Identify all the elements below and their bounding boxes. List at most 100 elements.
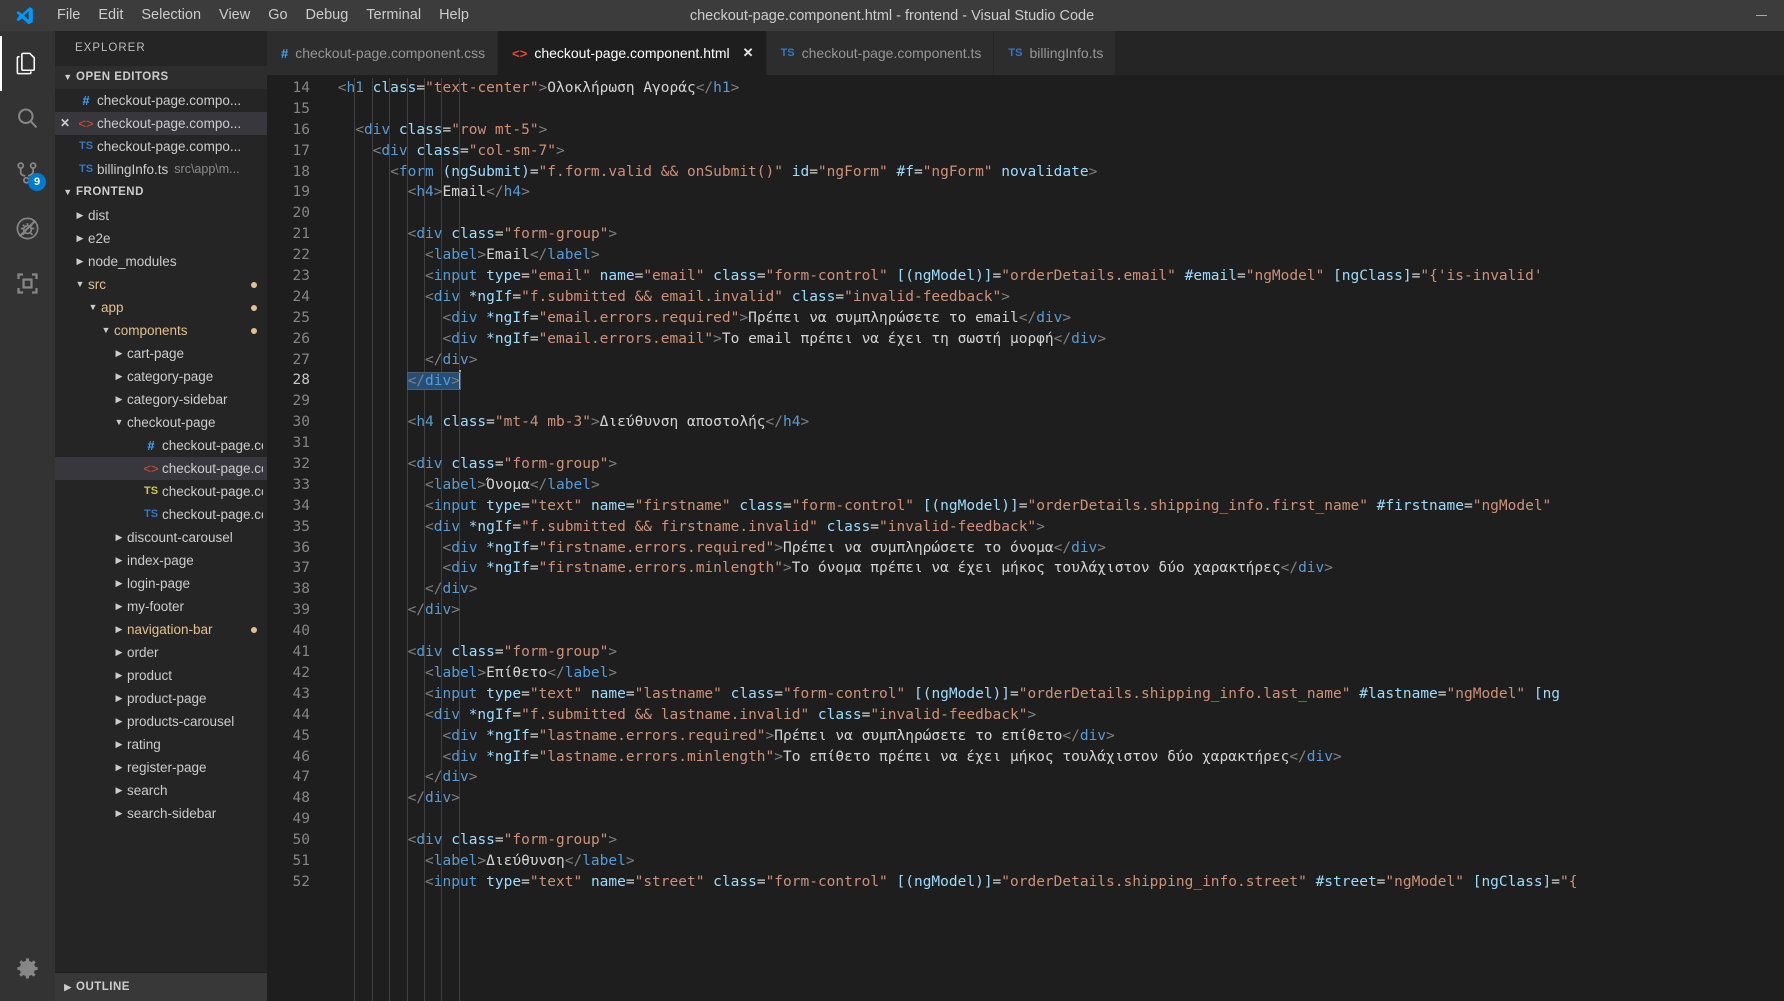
menu-go[interactable]: Go [259, 0, 296, 31]
code-line[interactable]: </div> [329, 767, 1784, 788]
activity-explorer[interactable] [0, 36, 55, 91]
code-line[interactable]: <h4>Email</h4> [329, 182, 1784, 203]
code-line[interactable]: <div *ngIf="f.submitted && firstname.inv… [329, 517, 1784, 538]
code-line[interactable] [329, 99, 1784, 120]
code-line[interactable]: <div class="form-group"> [329, 454, 1784, 475]
tree-folder-navigation-bar[interactable]: ▶ navigation-bar [55, 618, 267, 641]
tree-folder-products-carousel[interactable]: ▶ products-carousel [55, 710, 267, 733]
tree-folder-order[interactable]: ▶ order [55, 641, 267, 664]
menu-bar[interactable]: File Edit Selection View Go Debug Termin… [48, 0, 478, 31]
tree-folder-login-page[interactable]: ▶ login-page [55, 572, 267, 595]
menu-edit[interactable]: Edit [89, 0, 132, 31]
code-line[interactable]: <div *ngIf="email.errors.required">Πρέπε… [329, 308, 1784, 329]
tree-folder-product[interactable]: ▶ product [55, 664, 267, 687]
open-editor-item[interactable]: # checkout-page.compo... [55, 89, 267, 112]
code-line[interactable]: <input type="text" name="firstname" clas… [329, 496, 1784, 517]
activity-settings[interactable] [0, 946, 55, 1001]
open-editor-item[interactable]: TS checkout-page.compo... [55, 135, 267, 158]
code-line[interactable] [329, 433, 1784, 454]
tree-folder-rating[interactable]: ▶ rating [55, 733, 267, 756]
code-line[interactable] [329, 203, 1784, 224]
activity-extensions[interactable] [0, 256, 55, 311]
code-line[interactable]: <label>Email</label> [329, 245, 1784, 266]
code-line[interactable]: <div class="form-group"> [329, 224, 1784, 245]
code-token: "mt-4 mb-3" [494, 414, 591, 431]
code-line[interactable]: <h1 class="text-center">Ολοκλήρωση Αγορά… [329, 78, 1784, 99]
code-editor[interactable]: 14 15 16 17 18 19 20 21 22 23 24 25 26 27 28 29 30 31 32 33… [267, 75, 1784, 1001]
editor-tab[interactable]: TS billingInfo.ts [994, 31, 1117, 75]
tree-file-checkout-page.co...[interactable]: TScheckout-page.co... [55, 503, 267, 526]
tree-file-checkout-page.co...[interactable]: <>checkout-page.co... [55, 457, 267, 480]
code-line[interactable]: </div> [329, 579, 1784, 600]
minimize-button[interactable] [1738, 0, 1784, 31]
code-line[interactable]: <div class="row mt-5"> [329, 120, 1784, 141]
code-line[interactable]: <h4 class="mt-4 mb-3">Διεύθυνση αποστολή… [329, 412, 1784, 433]
code-line[interactable]: <div class="col-sm-7"> [329, 141, 1784, 162]
open-editor-item[interactable]: TS billingInfo.ts src\app\m... [55, 158, 267, 181]
code-line[interactable]: <div *ngIf="f.submitted && email.invalid… [329, 287, 1784, 308]
code-line[interactable]: <div class="form-group"> [329, 830, 1784, 851]
menu-selection[interactable]: Selection [132, 0, 210, 31]
code-line[interactable]: <div *ngIf="firstname.errors.required">Π… [329, 538, 1784, 559]
code-line[interactable]: <label>Όνομα</label> [329, 475, 1784, 496]
code-line[interactable] [329, 391, 1784, 412]
code-line[interactable]: <div *ngIf="lastname.errors.required">Πρ… [329, 726, 1784, 747]
section-outline[interactable]: ▶ OUTLINE [55, 973, 267, 1001]
tree-folder-my-footer[interactable]: ▶ my-footer [55, 595, 267, 618]
tree-folder-register-page[interactable]: ▶ register-page [55, 756, 267, 779]
code-line[interactable]: </div> [329, 600, 1784, 621]
code-line[interactable] [329, 621, 1784, 642]
code-line[interactable]: <div *ngIf="lastname.errors.minlength">Τ… [329, 747, 1784, 768]
code-line[interactable]: <input type="text" name="lastname" class… [329, 684, 1784, 705]
editor-tab[interactable]: TS checkout-page.component.ts [766, 31, 995, 75]
close-icon[interactable]: ✕ [55, 112, 75, 135]
code-line[interactable] [329, 809, 1784, 830]
tree-folder-components[interactable]: ▼ components [55, 319, 267, 342]
code-line[interactable]: <div *ngIf="firstname.errors.minlength">… [329, 558, 1784, 579]
tree-folder-node_modules[interactable]: ▶ node_modules [55, 250, 267, 273]
activity-debug[interactable] [0, 201, 55, 256]
tree-folder-discount-carousel[interactable]: ▶ discount-carousel [55, 526, 267, 549]
code-line[interactable]: <input type="text" name="street" class="… [329, 872, 1784, 893]
code-line[interactable]: </div> [329, 788, 1784, 809]
code-line[interactable]: </div> [329, 370, 1784, 391]
window-controls[interactable] [1738, 0, 1784, 31]
menu-terminal[interactable]: Terminal [357, 0, 430, 31]
menu-file[interactable]: File [48, 0, 89, 31]
menu-debug[interactable]: Debug [297, 0, 358, 31]
code-line[interactable]: </div> [329, 350, 1784, 371]
section-open-editors[interactable]: ▼ OPEN EDITORS [55, 66, 267, 89]
code-line[interactable]: <label>Επίθετο</label> [329, 663, 1784, 684]
tree-folder-src[interactable]: ▼ src [55, 273, 267, 296]
code-content[interactable]: <h1 class="text-center">Ολοκλήρωση Αγορά… [329, 75, 1784, 1001]
tree-folder-app[interactable]: ▼ app [55, 296, 267, 319]
activity-source-control[interactable]: 9 [0, 146, 55, 201]
tree-folder-category-sidebar[interactable]: ▶ category-sidebar [55, 388, 267, 411]
code-line[interactable]: <form (ngSubmit)="f.form.valid && onSubm… [329, 162, 1784, 183]
tree-folder-search[interactable]: ▶ search [55, 779, 267, 802]
code-line[interactable]: <input type="email" name="email" class="… [329, 266, 1784, 287]
tree-folder-cart-page[interactable]: ▶ cart-page [55, 342, 267, 365]
tree-folder-index-page[interactable]: ▶ index-page [55, 549, 267, 572]
tree-file-checkout-page.co...[interactable]: TScheckout-page.co... [55, 480, 267, 503]
code-line[interactable]: <div *ngIf="f.submitted && lastname.inva… [329, 705, 1784, 726]
editor-tab[interactable]: <> checkout-page.component.html ✕ [498, 31, 767, 75]
tree-folder-category-page[interactable]: ▶ category-page [55, 365, 267, 388]
code-line[interactable]: <div class="form-group"> [329, 642, 1784, 663]
tree-folder-e2e[interactable]: ▶ e2e [55, 227, 267, 250]
tree-folder-dist[interactable]: ▶ dist [55, 204, 267, 227]
tree-folder-search-sidebar[interactable]: ▶ search-sidebar [55, 802, 267, 825]
code-token: = [634, 268, 644, 285]
code-line[interactable]: <div *ngIf="email.errors.email">Το email… [329, 329, 1784, 350]
editor-tab[interactable]: # checkout-page.component.css [267, 31, 499, 75]
open-editor-item[interactable]: ✕ <> checkout-page.compo... [55, 112, 267, 135]
menu-help[interactable]: Help [430, 0, 478, 31]
code-line[interactable]: <label>Διεύθυνση</label> [329, 851, 1784, 872]
close-icon[interactable]: ✕ [743, 45, 754, 61]
tree-folder-product-page[interactable]: ▶ product-page [55, 687, 267, 710]
section-frontend[interactable]: ▼ FRONTEND [55, 181, 267, 204]
activity-search[interactable] [0, 91, 55, 146]
tree-file-checkout-page.co...[interactable]: # checkout-page.co... [55, 434, 267, 457]
tree-folder-checkout-page[interactable]: ▼ checkout-page [55, 411, 267, 434]
menu-view[interactable]: View [210, 0, 259, 31]
